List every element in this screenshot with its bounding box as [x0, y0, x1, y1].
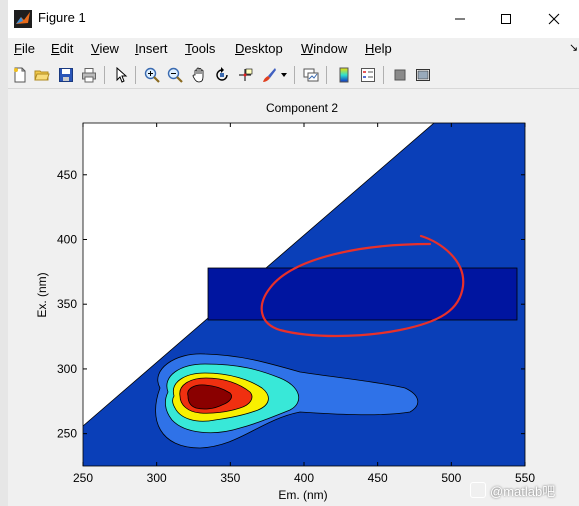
y-tick-label: 350: [57, 297, 77, 311]
x-axis-label: Em. (nm): [278, 488, 327, 502]
chart-title: Component 2: [266, 101, 338, 115]
x-tick-label: 500: [441, 471, 461, 485]
y-axis-label: Ex. (nm): [35, 272, 49, 317]
highlight-band: [207, 267, 518, 321]
x-tick-label: 450: [368, 471, 388, 485]
x-tick-label: 300: [147, 471, 167, 485]
x-tick-label: 250: [73, 471, 93, 485]
y-tick-label: 450: [57, 168, 77, 182]
x-tick-label: 350: [220, 471, 240, 485]
y-tick-label: 300: [57, 362, 77, 376]
watermark-text: @matlab吧: [490, 483, 556, 499]
contour-plot[interactable]: Component 2 250 300 350 400 450 500 550 250300…: [0, 0, 579, 506]
y-tick-label: 400: [57, 232, 77, 246]
watermark: @matlab吧: [470, 480, 555, 500]
y-tick-label: 250: [57, 427, 77, 441]
watermark-logo-icon: [470, 482, 486, 498]
plot-area: [83, 123, 525, 466]
x-tick-label: 400: [294, 471, 314, 485]
